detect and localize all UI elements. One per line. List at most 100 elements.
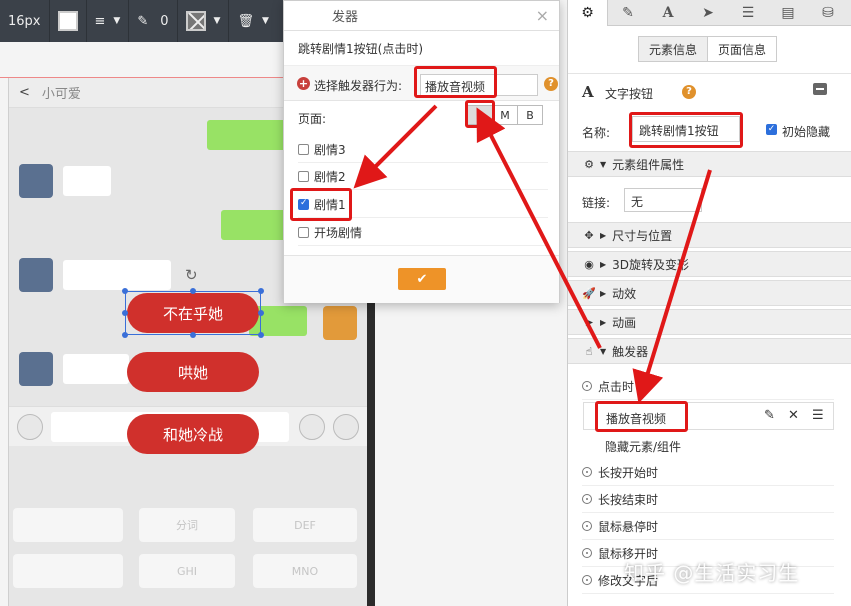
edit-icon[interactable]: ✎ [764, 408, 775, 423]
confirm-button[interactable]: ✔ [398, 268, 446, 290]
page-option-2[interactable]: 剧情2 [298, 163, 548, 190]
dialog-title: 发器 [332, 10, 359, 25]
list-icon[interactable]: ☰ [728, 0, 768, 26]
highlight-story-1 [290, 188, 352, 221]
dialog-header: 发器 × [284, 1, 559, 31]
selection-box [122, 288, 264, 338]
tab-element-info[interactable]: 元素信息 [638, 36, 708, 62]
keyboard-key [13, 508, 123, 542]
chat-bubble-outgoing [207, 120, 293, 150]
drag-handle-icon[interactable]: ☰ [812, 408, 824, 423]
canvas-edge [367, 280, 375, 606]
stroke-width-control[interactable]: ✎ 0 [129, 0, 178, 42]
help-icon[interactable]: ? [682, 85, 696, 99]
avatar [19, 258, 53, 292]
chat-bubble-incoming [63, 260, 171, 290]
avatar [19, 352, 53, 386]
name-label: 名称: [582, 126, 611, 140]
caret-right-icon: ▶ [600, 230, 607, 240]
database-icon[interactable]: ⛁ [808, 0, 848, 26]
tab-page-info[interactable]: 页面信息 [707, 36, 777, 62]
checkbox[interactable] [298, 226, 309, 238]
add-circle-icon[interactable]: + [297, 77, 310, 90]
collapse-icon[interactable] [813, 83, 827, 95]
section-motion[interactable]: 🚀 ▶ 动效 [568, 280, 851, 306]
delete-button[interactable]: 🗑 ▼ [229, 0, 276, 42]
help-icon[interactable]: ? [544, 77, 558, 91]
link-row: 链接: 无 [568, 184, 851, 220]
page-mode-m[interactable]: M [492, 105, 518, 125]
chevron-down-icon: ▼ [213, 16, 221, 26]
section-component-properties[interactable]: ⚙ ▼ 元素组件属性 [568, 151, 851, 177]
fill-color-button[interactable] [50, 0, 87, 42]
close-icon[interactable]: × [536, 6, 549, 25]
event-long-press-end[interactable]: 长按结束时 [582, 486, 834, 513]
add-icon[interactable] [333, 414, 359, 440]
gear-icon[interactable]: ⚙ [568, 0, 608, 26]
section-3d-transform[interactable]: ◉ ▶ 3D旋转及变形 [568, 251, 851, 277]
event-click[interactable]: 点击时 [582, 373, 834, 400]
font-size-control[interactable]: 16px [0, 0, 50, 42]
caret-down-icon: ▼ [600, 159, 607, 169]
caret-right-icon: ▶ [600, 259, 607, 269]
section-animation[interactable]: ➤ ▶ 动画 [568, 309, 851, 335]
highlight-name [629, 112, 743, 148]
pencil-icon: ✎ [137, 13, 149, 29]
resize-handle[interactable] [122, 288, 128, 294]
pencil-icon[interactable]: ✎ [608, 0, 648, 26]
page-option-opening[interactable]: 开场剧情 [298, 219, 548, 246]
trash-icon: 🗑 [237, 13, 254, 29]
font-icon[interactable]: A [648, 0, 688, 26]
resize-handle[interactable] [258, 310, 264, 316]
event-icon [582, 575, 592, 585]
chevron-down-icon: ▼ [261, 16, 269, 26]
voice-icon[interactable] [17, 414, 43, 440]
emoji-icon[interactable] [299, 414, 325, 440]
file-icon[interactable]: ▤ [768, 0, 808, 26]
checkbox[interactable] [298, 170, 309, 182]
caret-right-icon: ▶ [600, 288, 607, 298]
check-icon: ✔ [416, 271, 428, 287]
back-arrow-icon[interactable]: < [19, 85, 30, 100]
resize-handle[interactable] [258, 332, 264, 338]
rotate-icon[interactable]: ↻ [185, 266, 198, 284]
text-align-button[interactable]: ≡ ▼ [87, 0, 130, 42]
checkbox[interactable] [298, 143, 309, 155]
page-label: 页面: [298, 112, 327, 126]
initial-hidden-label: 初始隐藏 [782, 125, 831, 139]
highlight-trigger-action [414, 66, 497, 98]
text-type-icon: A [582, 83, 594, 101]
event-icon [582, 381, 592, 391]
info-subtabs: 元素信息 页面信息 [638, 36, 777, 62]
close-icon[interactable]: ✕ [788, 408, 799, 423]
page-option-3[interactable]: 剧情3 [298, 136, 548, 163]
font-size-value: 16px [8, 13, 41, 29]
event-mouse-hover[interactable]: 鼠标悬停时 [582, 513, 834, 540]
resize-handle[interactable] [122, 310, 128, 316]
resize-handle[interactable] [122, 332, 128, 338]
event-long-press-start[interactable]: 长按开始时 [582, 459, 834, 486]
page-mode-b[interactable]: B [517, 105, 543, 125]
link-label: 链接: [582, 196, 611, 210]
resize-handle[interactable] [190, 332, 196, 338]
chevron-down-icon: ▼ [113, 16, 121, 26]
globe-icon: ◉ [584, 257, 594, 271]
dialog-subtitle: 跳转剧情1按钮(点击时) [298, 42, 423, 56]
event-icon [582, 548, 592, 558]
link-select[interactable]: 无 [624, 188, 702, 212]
story-button-cold-war[interactable]: 和她冷战 [127, 414, 259, 454]
action-hide-element[interactable]: 隐藏元素/组件 [605, 438, 681, 455]
keyboard-key [13, 554, 123, 588]
element-type-row: A 文字按钮 ? [568, 73, 851, 107]
initial-hidden-checkbox[interactable]: ✓ [766, 124, 777, 135]
caret-down-icon: ▼ [600, 346, 607, 356]
section-size-position[interactable]: ✥ ▶ 尺寸与位置 [568, 222, 851, 248]
story-button-comfort[interactable]: 哄她 [127, 352, 259, 392]
paper-plane-icon[interactable]: ➤ [688, 0, 728, 26]
trigger-dialog: 发器 × 跳转剧情1按钮(点击时) + 选择触发器行为: 播放音视频 ? 页面:… [283, 0, 560, 303]
resize-handle[interactable] [258, 288, 264, 294]
move-icon: ✥ [584, 228, 594, 242]
section-trigger[interactable]: ☝ ▼ 触发器 [568, 338, 851, 364]
resize-handle[interactable] [190, 288, 196, 294]
stroke-color-button[interactable]: ▼ [178, 0, 230, 42]
